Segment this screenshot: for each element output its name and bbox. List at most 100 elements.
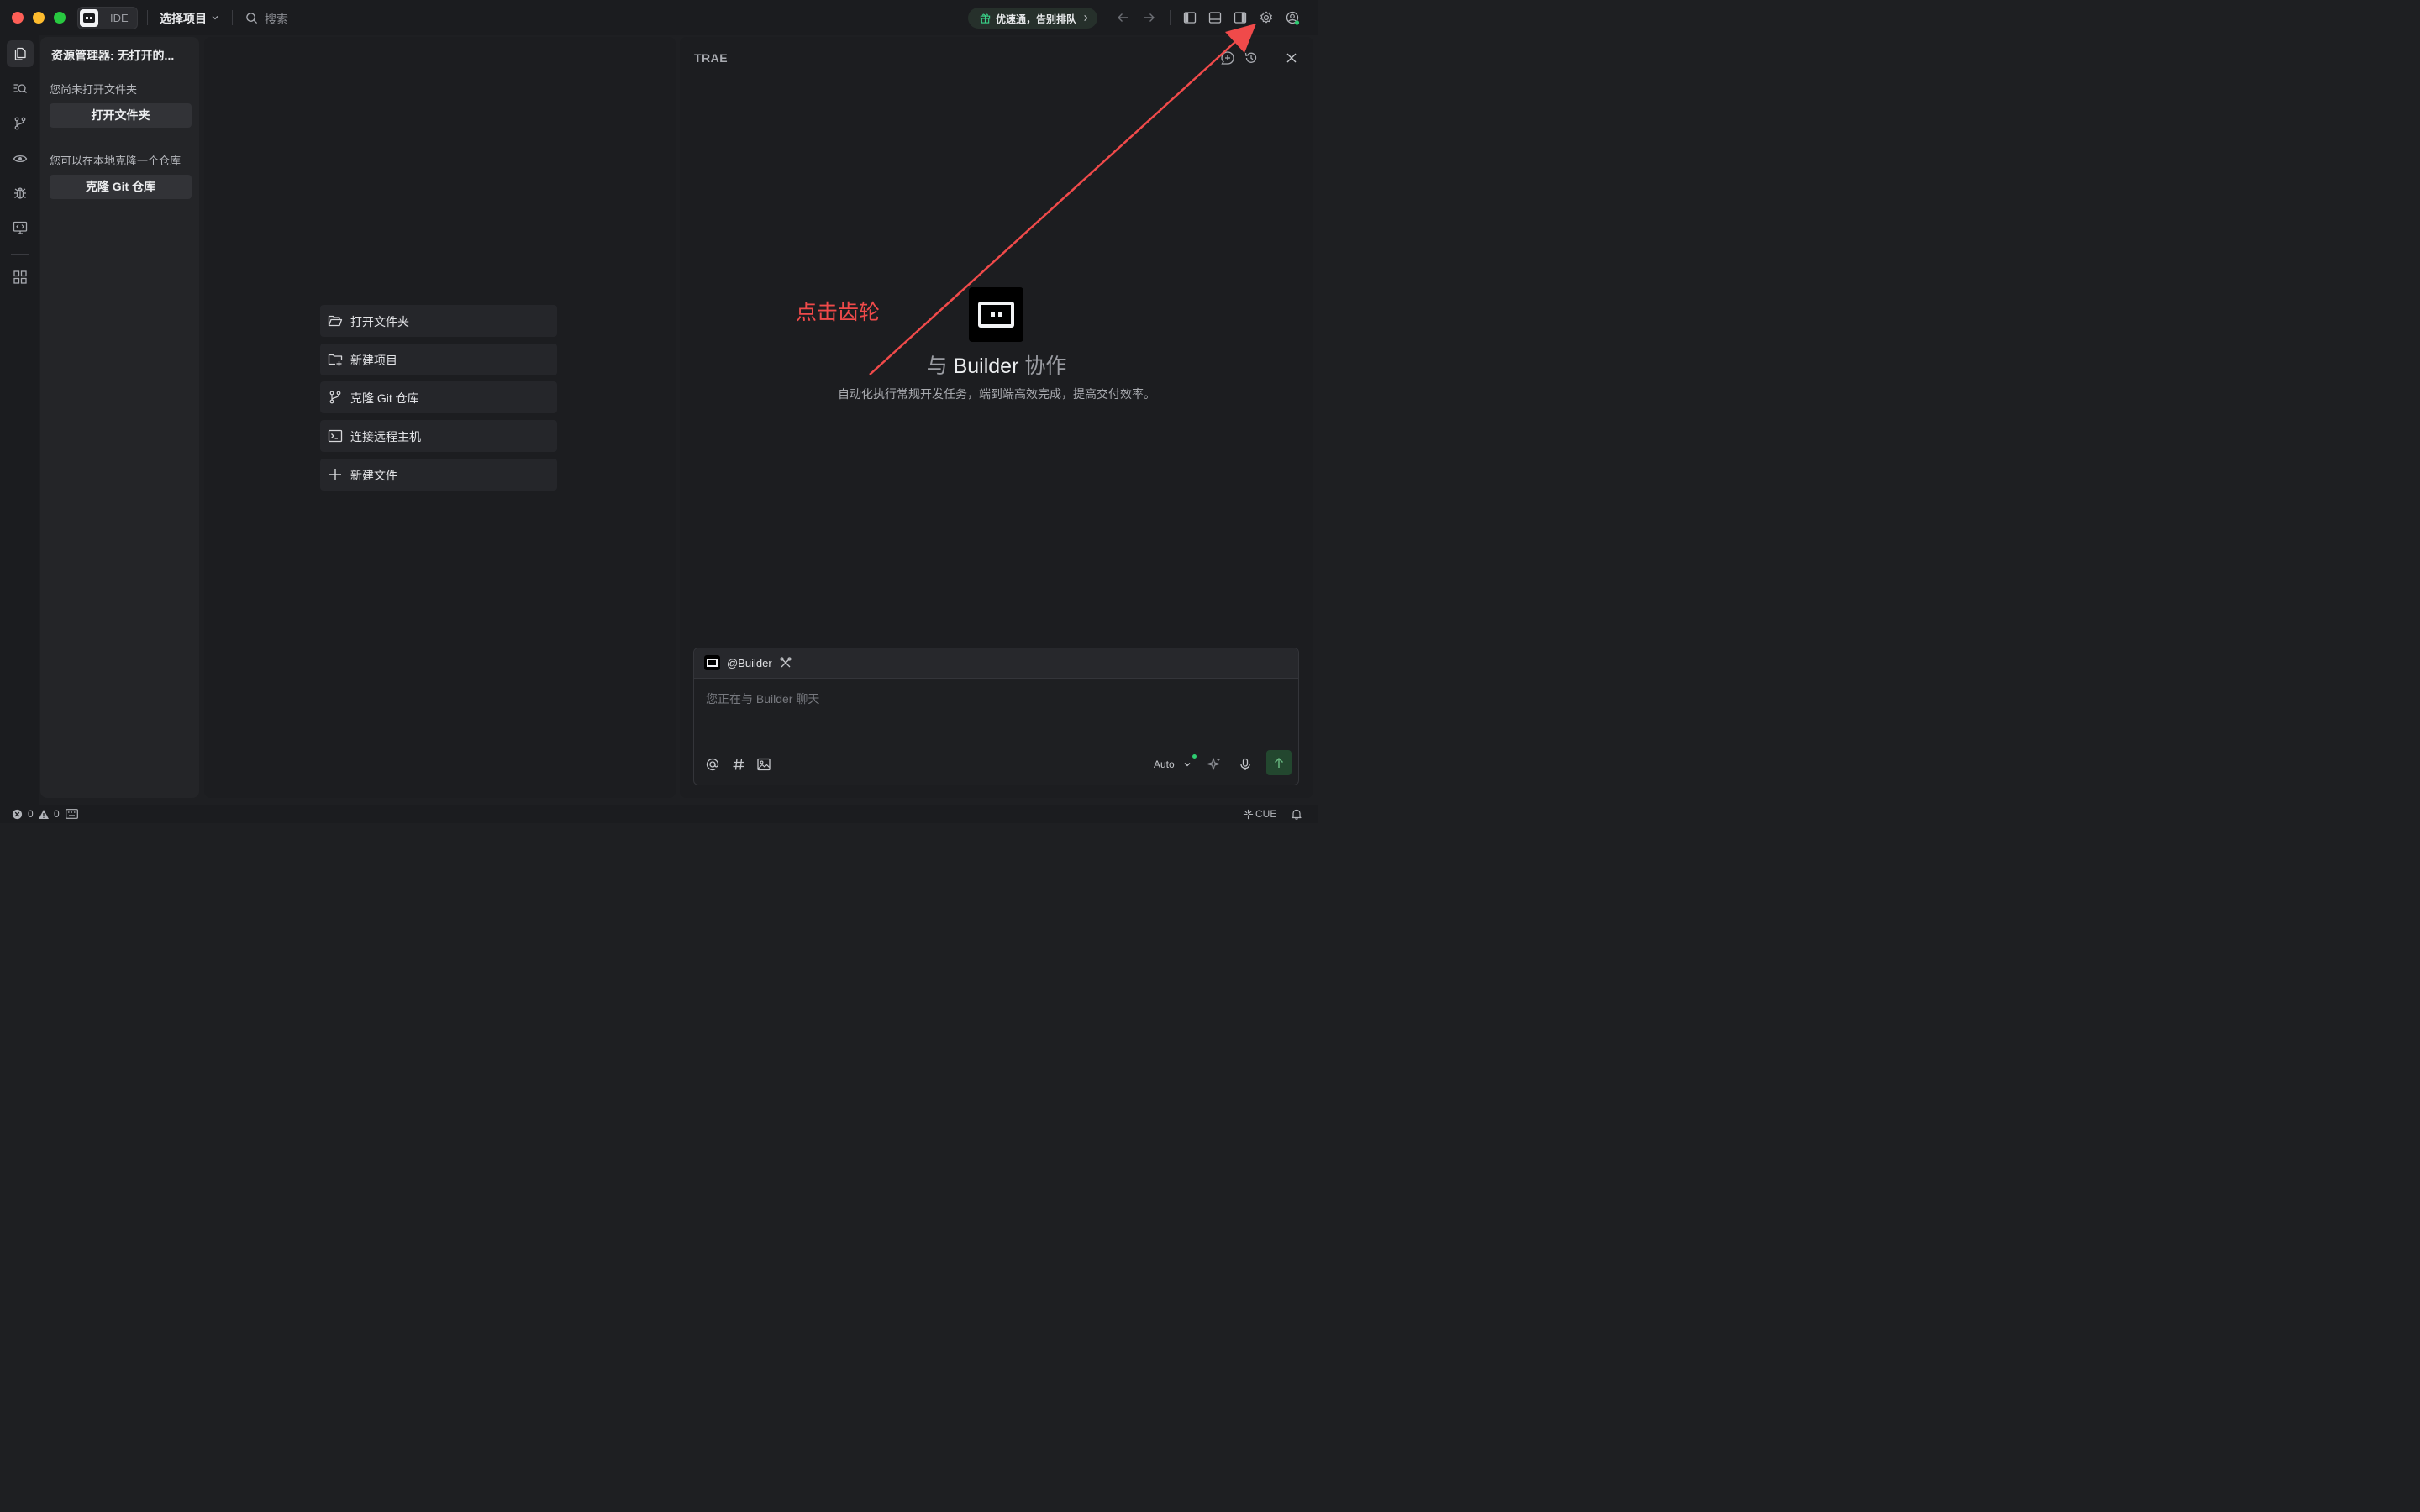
bug-icon bbox=[14, 187, 26, 199]
hero-prefix: 与 bbox=[926, 354, 948, 378]
chat-input[interactable]: 您正在与 Builder 聊天 bbox=[706, 690, 819, 707]
builder-logo-icon bbox=[969, 287, 1023, 342]
language-label: CUE bbox=[1255, 808, 1277, 820]
new-project-icon bbox=[328, 354, 343, 366]
ai-chat-panel: TRAE 与 Builder 协作 自动化执行常规开发任务，端到端高效完成，提高… bbox=[680, 37, 1313, 798]
activity-debug[interactable] bbox=[7, 180, 34, 207]
search-list-icon bbox=[13, 84, 27, 93]
quick-new-file-label: 新建文件 bbox=[350, 469, 397, 482]
eye-icon bbox=[13, 155, 28, 163]
status-bar: 0 0 CUE bbox=[0, 805, 1318, 823]
back-arrow-icon[interactable] bbox=[1116, 10, 1131, 25]
activity-bar bbox=[0, 35, 39, 805]
quick-clone-repo[interactable]: 克隆 Git 仓库 bbox=[320, 381, 557, 413]
new-chat-icon[interactable] bbox=[1220, 50, 1235, 66]
account-icon[interactable] bbox=[1285, 10, 1300, 25]
mention-at-icon[interactable] bbox=[705, 757, 720, 772]
divider bbox=[1170, 10, 1171, 25]
explorer-title: 资源管理器: 无打开的... bbox=[51, 49, 175, 62]
no-folder-note: 您尚未打开文件夹 bbox=[50, 83, 138, 96]
clone-repo-button[interactable]: 克隆 Git 仓库 bbox=[50, 175, 192, 199]
hash-icon[interactable] bbox=[731, 757, 746, 772]
quick-connect-remote-label: 连接远程主机 bbox=[350, 430, 421, 444]
agent-mention[interactable]: @Builder bbox=[727, 657, 772, 669]
tools-icon[interactable] bbox=[779, 656, 792, 669]
quick-connect-remote[interactable]: 连接远程主机 bbox=[320, 420, 557, 452]
promo-badge[interactable]: 优速通，告别排队 bbox=[968, 8, 1097, 29]
close-window-button[interactable] bbox=[12, 12, 24, 24]
model-mode-label: Auto bbox=[1154, 759, 1175, 770]
forward-arrow-icon[interactable] bbox=[1141, 10, 1156, 25]
quick-open-folder[interactable]: 打开文件夹 bbox=[320, 305, 557, 337]
quick-clone-repo-label: 克隆 Git 仓库 bbox=[350, 391, 419, 405]
annotation-label: 点击齿轮 bbox=[796, 301, 881, 324]
activity-extensions[interactable] bbox=[7, 264, 34, 291]
quick-new-file[interactable]: 新建文件 bbox=[320, 459, 557, 491]
keyboard-icon[interactable] bbox=[66, 809, 78, 819]
gift-icon bbox=[980, 13, 991, 24]
remote-monitor-icon bbox=[13, 221, 28, 234]
toggle-right-sidebar-icon[interactable] bbox=[1233, 10, 1248, 25]
quick-new-project-label: 新建项目 bbox=[350, 354, 397, 367]
minimize-window-button[interactable] bbox=[33, 12, 45, 24]
explorer-panel: 资源管理器: 无打开的... 您尚未打开文件夹 打开文件夹 您可以在本地克隆一个… bbox=[40, 37, 199, 798]
grid-icon bbox=[13, 270, 27, 284]
open-folder-button[interactable]: 打开文件夹 bbox=[50, 103, 192, 128]
hero-suffix: 协作 bbox=[1024, 354, 1067, 378]
git-branch-icon bbox=[329, 391, 341, 404]
chat-panel-title: TRAE bbox=[694, 51, 729, 65]
chevron-down-icon bbox=[212, 16, 218, 20]
folder-open-icon bbox=[328, 315, 343, 327]
divider bbox=[11, 254, 29, 255]
trae-logo-icon bbox=[80, 9, 98, 27]
project-selector-label: 选择项目 bbox=[160, 12, 207, 25]
hero-description: 自动化执行常规开发任务，端到端高效完成，提高交付效率。 bbox=[838, 387, 1155, 401]
search-placeholder: 搜索 bbox=[265, 13, 288, 26]
send-button[interactable] bbox=[1266, 750, 1292, 775]
activity-search[interactable] bbox=[7, 76, 34, 102]
ide-mode-label: IDE bbox=[110, 12, 129, 24]
chevron-down-icon bbox=[1184, 763, 1191, 767]
divider bbox=[232, 10, 233, 25]
editor-area: 打开文件夹 新建项目 克隆 Git 仓库 连接远程主机 新建文件 bbox=[204, 37, 676, 798]
hero-heading: 与 Builder 协作 bbox=[680, 349, 1313, 380]
ide-mode-chip[interactable]: IDE bbox=[77, 7, 138, 29]
clone-note: 您可以在本地克隆一个仓库 bbox=[50, 155, 182, 167]
chat-input-box: @Builder 您正在与 Builder 聊天 Auto bbox=[693, 648, 1299, 785]
toggle-bottom-panel-icon[interactable] bbox=[1207, 10, 1223, 25]
plus-icon bbox=[329, 469, 341, 480]
microphone-icon[interactable] bbox=[1238, 757, 1253, 772]
close-icon[interactable] bbox=[1284, 50, 1299, 66]
warning-count: 0 bbox=[54, 808, 60, 820]
maximize-window-button[interactable] bbox=[54, 12, 66, 24]
builder-mini-logo-icon bbox=[704, 655, 720, 670]
git-branch-icon bbox=[14, 117, 26, 130]
quick-new-project[interactable]: 新建项目 bbox=[320, 344, 557, 375]
error-count: 0 bbox=[28, 808, 34, 820]
promo-text: 优速通，告别排队 bbox=[996, 13, 1077, 25]
toggle-left-sidebar-icon[interactable] bbox=[1182, 10, 1197, 25]
warning-icon bbox=[39, 810, 49, 819]
error-icon bbox=[12, 809, 23, 820]
language-mode-icon bbox=[1243, 809, 1254, 820]
quick-open-folder-label: 打开文件夹 bbox=[350, 315, 409, 328]
title-bar: IDE 选择项目 搜索 优速通，告别排队 bbox=[0, 0, 1318, 35]
activity-explorer[interactable] bbox=[7, 40, 34, 67]
agent-header: @Builder bbox=[694, 648, 1298, 679]
history-icon[interactable] bbox=[1244, 50, 1259, 66]
chevron-right-icon bbox=[1084, 14, 1088, 22]
activity-source-control[interactable] bbox=[7, 110, 34, 137]
image-upload-icon[interactable] bbox=[756, 757, 771, 772]
divider bbox=[147, 10, 148, 25]
arrow-up-icon bbox=[1274, 757, 1284, 768]
activity-preview[interactable] bbox=[7, 145, 34, 172]
files-icon bbox=[14, 47, 26, 60]
terminal-icon bbox=[328, 429, 343, 443]
settings-gear-icon[interactable] bbox=[1259, 10, 1274, 25]
activity-remote[interactable] bbox=[7, 214, 34, 241]
status-dot bbox=[1192, 754, 1197, 759]
search-icon bbox=[246, 13, 258, 24]
sparkle-icon[interactable] bbox=[1207, 757, 1222, 772]
bell-icon[interactable] bbox=[1291, 808, 1302, 820]
hero-agent-name: Builder bbox=[953, 354, 1019, 378]
